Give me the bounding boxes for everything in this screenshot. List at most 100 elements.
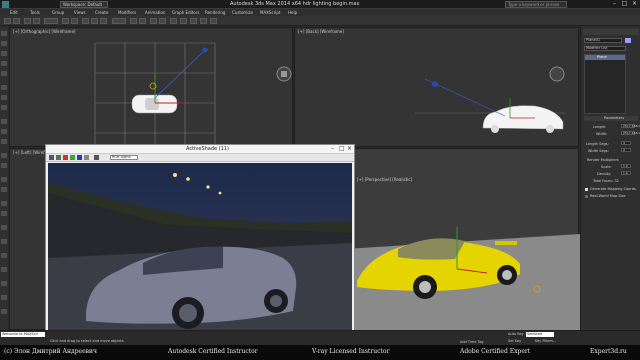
width-field[interactable]: 2517,463cm bbox=[621, 131, 640, 135]
layer-icon[interactable] bbox=[170, 18, 177, 24]
render-setup-icon[interactable] bbox=[200, 18, 207, 24]
tool-icon[interactable] bbox=[1, 139, 7, 144]
viewcube-icon[interactable] bbox=[549, 66, 565, 82]
mirror-icon[interactable] bbox=[150, 18, 157, 24]
length-field[interactable]: 2517,463cm bbox=[621, 124, 640, 128]
link-icon[interactable] bbox=[24, 18, 31, 24]
workspace-select[interactable]: Workspace: Default bbox=[60, 1, 108, 8]
app-logo-icon[interactable] bbox=[2, 1, 9, 8]
back-view-scene bbox=[415, 66, 565, 133]
real-world-checkbox[interactable] bbox=[585, 195, 588, 198]
menu-help[interactable]: Help bbox=[288, 10, 297, 15]
viewport-top-left[interactable]: [+] [Orthographic] [Wireframe] bbox=[9, 27, 293, 148]
tool-icon[interactable] bbox=[1, 61, 7, 66]
menu-rendering[interactable]: Rendering bbox=[205, 10, 225, 15]
activeshade-titlebar[interactable]: ActiveShade (11) – □ × bbox=[46, 145, 354, 154]
reference-coord-select[interactable] bbox=[112, 18, 126, 24]
tool-icon[interactable] bbox=[1, 177, 7, 182]
close-icon[interactable]: × bbox=[630, 1, 639, 8]
search-input[interactable]: Type a keyword or phrase bbox=[505, 1, 567, 8]
selection-filter[interactable] bbox=[44, 18, 58, 24]
activeshade-window[interactable]: ActiveShade (11) – □ × RGB Alpha bbox=[45, 144, 355, 337]
maximize-icon[interactable]: □ bbox=[339, 145, 345, 152]
curve-editor-icon[interactable] bbox=[180, 18, 187, 24]
tool-icon[interactable] bbox=[1, 129, 7, 134]
modifier-list-select[interactable]: Modifier List bbox=[584, 46, 626, 51]
viewport-top-right[interactable]: [+] [Back] [Wireframe] bbox=[294, 27, 579, 147]
menu-create[interactable]: Create bbox=[95, 10, 108, 15]
scale-icon[interactable] bbox=[100, 18, 107, 24]
parameters-rollout[interactable]: Parameters bbox=[584, 116, 638, 121]
green-channel-icon[interactable] bbox=[70, 155, 75, 160]
modifier-stack-item[interactable]: Plane bbox=[585, 55, 625, 60]
light-icon[interactable] bbox=[202, 47, 208, 53]
blue-channel-icon[interactable] bbox=[77, 155, 82, 160]
clear-icon[interactable] bbox=[94, 155, 99, 160]
angle-snap-icon[interactable] bbox=[139, 18, 146, 24]
tool-icon[interactable] bbox=[1, 225, 7, 230]
maximize-icon[interactable]: □ bbox=[620, 1, 629, 8]
selected-select[interactable]: Selected bbox=[526, 332, 554, 337]
add-time-tag[interactable]: Add Time Tag bbox=[460, 340, 484, 344]
activeshade-title: ActiveShade (11) bbox=[186, 146, 229, 152]
menu-tools[interactable]: Tools bbox=[30, 10, 40, 15]
menu-group[interactable]: Group bbox=[52, 10, 64, 15]
tool-icon[interactable] bbox=[1, 253, 7, 258]
tool-icon[interactable] bbox=[1, 71, 7, 76]
channel-select[interactable]: RGB Alpha bbox=[110, 155, 138, 160]
close-icon[interactable]: × bbox=[347, 145, 352, 152]
select-by-name-icon[interactable] bbox=[71, 18, 78, 24]
object-color-swatch[interactable] bbox=[625, 38, 631, 43]
snap-icon[interactable] bbox=[130, 18, 137, 24]
undo-icon[interactable] bbox=[4, 18, 11, 24]
tool-icon[interactable] bbox=[1, 295, 7, 300]
tool-icon[interactable] bbox=[1, 105, 7, 110]
object-name-field[interactable]: Plane01 bbox=[584, 38, 622, 43]
tool-icon[interactable] bbox=[1, 153, 7, 158]
tool-icon[interactable] bbox=[1, 85, 7, 90]
tool-icon[interactable] bbox=[1, 119, 7, 124]
rotate-icon[interactable] bbox=[91, 18, 98, 24]
tool-icon[interactable] bbox=[1, 187, 7, 192]
minimize-icon[interactable]: – bbox=[331, 145, 334, 152]
key-filters-button[interactable]: Key Filters... bbox=[535, 339, 556, 343]
tool-icon[interactable] bbox=[1, 41, 7, 46]
menu-customize[interactable]: Customize bbox=[232, 10, 253, 15]
scale-field[interactable]: 1,0 bbox=[621, 164, 631, 168]
save-image-icon[interactable] bbox=[49, 155, 54, 160]
tool-icon[interactable] bbox=[1, 163, 7, 168]
tool-icon[interactable] bbox=[1, 239, 7, 244]
redo-icon[interactable] bbox=[13, 18, 20, 24]
menu-maxscript[interactable]: MAXScript bbox=[260, 10, 281, 15]
alpha-channel-icon[interactable] bbox=[84, 155, 89, 160]
tool-icon[interactable] bbox=[1, 201, 7, 206]
tool-icon[interactable] bbox=[1, 281, 7, 286]
select-icon[interactable] bbox=[62, 18, 69, 24]
tool-icon[interactable] bbox=[1, 267, 7, 272]
tool-icon[interactable] bbox=[1, 309, 7, 314]
length-segs-field[interactable]: 4 bbox=[621, 141, 631, 145]
menu-animation[interactable]: Animation bbox=[145, 10, 165, 15]
menu-modifiers[interactable]: Modifiers bbox=[118, 10, 136, 15]
light-icon[interactable] bbox=[432, 81, 438, 87]
move-icon[interactable] bbox=[82, 18, 89, 24]
gen-mapping-checkbox[interactable] bbox=[585, 188, 588, 191]
maxscript-listener[interactable]: Welcome to MAXScri bbox=[1, 332, 45, 337]
copy-image-icon[interactable] bbox=[56, 155, 61, 160]
align-icon[interactable] bbox=[159, 18, 166, 24]
tool-icon[interactable] bbox=[1, 51, 7, 56]
unlink-icon[interactable] bbox=[33, 18, 40, 24]
density-field[interactable]: 1,0 bbox=[621, 171, 631, 175]
menu-edit[interactable]: Edit bbox=[10, 10, 18, 15]
minimize-icon[interactable]: – bbox=[610, 1, 619, 8]
panel-tabs[interactable] bbox=[583, 29, 639, 35]
tool-icon[interactable] bbox=[1, 31, 7, 36]
material-editor-icon[interactable] bbox=[190, 18, 197, 24]
menu-graph-editors[interactable]: Graph Editors bbox=[172, 10, 199, 15]
width-segs-field[interactable]: 4 bbox=[621, 148, 631, 152]
tool-icon[interactable] bbox=[1, 95, 7, 100]
render-icon[interactable] bbox=[210, 18, 217, 24]
tool-icon[interactable] bbox=[1, 211, 7, 216]
red-channel-icon[interactable] bbox=[63, 155, 68, 160]
menu-views[interactable]: Views bbox=[74, 10, 86, 15]
